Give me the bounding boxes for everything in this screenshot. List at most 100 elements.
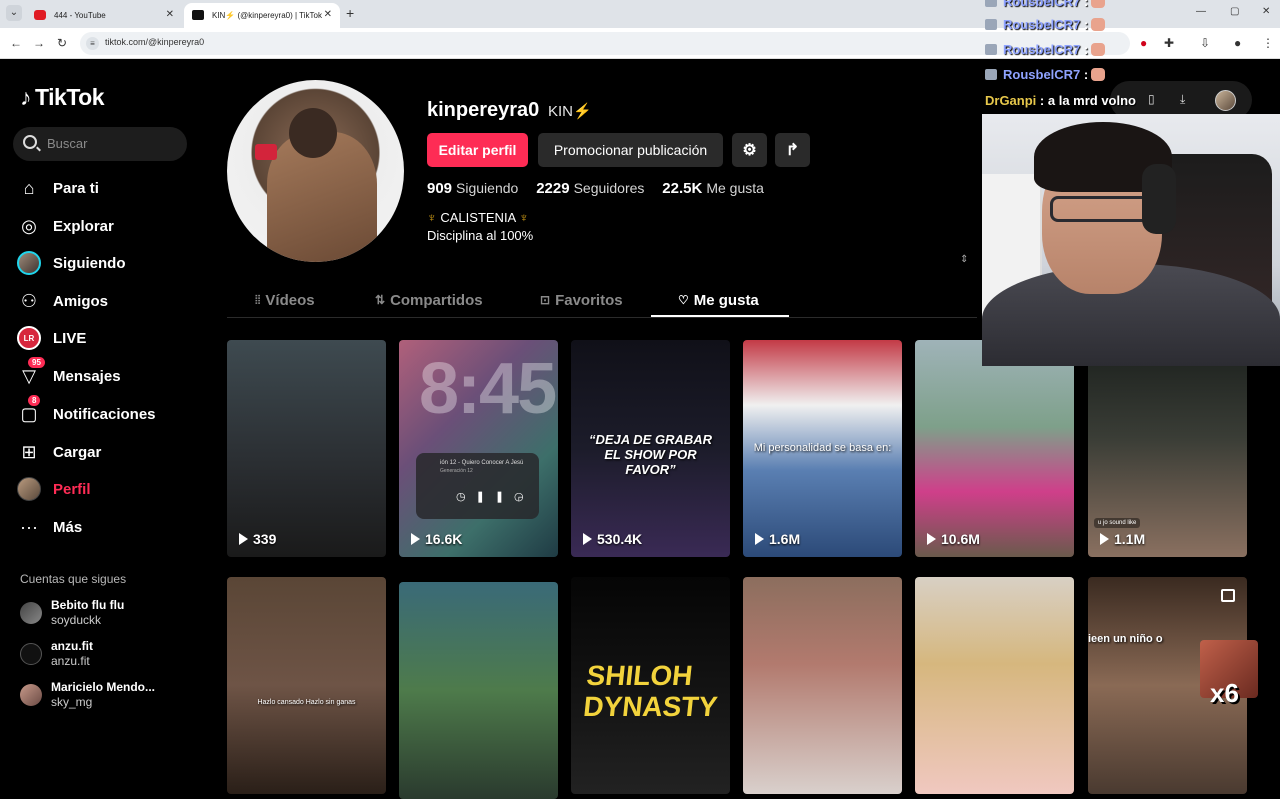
video-caption: u jo sound like (1094, 518, 1141, 528)
followers-label[interactable]: Seguidores (574, 180, 645, 196)
video-thumbnail[interactable]: 339 (227, 340, 386, 557)
tab-videos[interactable]: ⦙⦙ Vídeos (255, 282, 315, 318)
video-views: 339 (239, 531, 276, 547)
play-icon (411, 533, 420, 545)
search-icon (23, 135, 37, 149)
tab-search-icon[interactable]: ⌄ (6, 5, 22, 21)
account-name: Bebito flu flu (51, 598, 125, 612)
video-thumbnail[interactable] (743, 577, 902, 794)
video-caption: SHILOH DYNASTY (581, 660, 719, 722)
sidebar-item-mensajes[interactable]: ▽ 95 Mensajes (16, 357, 206, 391)
close-window-icon[interactable]: ✕ (1262, 6, 1270, 17)
play-icon (755, 533, 764, 545)
account-avatar (20, 602, 42, 624)
back-icon[interactable]: ← (10, 36, 22, 50)
video-views: 10.6M (927, 531, 980, 547)
sidebar-item-amigos[interactable]: ⚇ Amigos (16, 286, 206, 316)
video-thumbnail[interactable]: 10.6M (915, 340, 1074, 557)
share-icon[interactable]: ↱ (775, 133, 810, 167)
browser-tab-youtube[interactable]: 444 - YouTube ✕ (26, 3, 182, 28)
url-bar[interactable]: ≡ tiktok.com/@kinpereyra0 (80, 32, 1130, 55)
maximize-icon[interactable]: ▢ (1230, 6, 1239, 17)
sidebar-item-label: Perfil (53, 480, 91, 498)
user-badge-icon (985, 69, 997, 80)
settings-gear-icon[interactable]: ⚙ (732, 133, 767, 167)
sidebar-item-explorar[interactable]: ◎ Explorar (16, 211, 206, 241)
notifications-badge: 8 (28, 395, 41, 406)
following-label[interactable]: Siguiendo (456, 180, 518, 196)
following-section-title: Cuentas que sigues (20, 572, 127, 586)
video-views: 16.6K (411, 531, 462, 547)
video-thumbnail[interactable]: “DEJA DE GRABAR EL SHOW POR FAVOR” 530.4… (571, 340, 730, 557)
sidebar-item-mas[interactable]: ··· Más (16, 512, 206, 542)
video-thumbnail[interactable]: 8:45 ión 12 - Quiero Conocer A Jesú Gene… (399, 340, 558, 557)
following-count: 909 (427, 180, 453, 197)
close-tab-icon[interactable]: ✕ (166, 9, 174, 20)
live-icon: LR (16, 325, 42, 351)
sidebar-item-live[interactable]: LR LIVE (16, 323, 206, 353)
play-icon (239, 533, 248, 545)
extensions-icon[interactable]: ✚ (1164, 36, 1174, 50)
reload-icon[interactable]: ↻ (57, 36, 67, 50)
profile-nickname: KIN⚡ (548, 103, 592, 120)
phone-icon[interactable]: ▯ (1148, 92, 1155, 106)
account-name: anzu.fit (51, 639, 93, 653)
sidebar-item-notificaciones[interactable]: ▢ 8 Notificaciones (16, 395, 206, 429)
user-avatar-icon[interactable] (1215, 90, 1236, 111)
video-views: 530.4K (583, 531, 642, 547)
home-icon: ⌂ (23, 177, 35, 198)
tiktok-logo[interactable]: ♪ TikTok (20, 84, 105, 111)
close-tab-icon[interactable]: ✕ (324, 9, 332, 20)
video-views: 1.6M (755, 531, 800, 547)
browser-tab-tiktok[interactable]: KIN⚡ (@kinpereyra0) | TikTok ✕ (184, 3, 340, 28)
forward-icon[interactable]: → (33, 36, 45, 50)
sidebar-item-label: Cargar (53, 443, 102, 461)
edit-profile-button[interactable]: Editar perfil (427, 133, 528, 167)
browser-menu-icon[interactable]: ⋮ (1262, 36, 1274, 50)
following-account[interactable]: anzu.fit anzu.fit (20, 639, 210, 673)
repost-icon: ⇅ (375, 293, 386, 307)
upload-icon: ⊞ (21, 441, 37, 462)
site-info-icon[interactable]: ≡ (86, 37, 99, 50)
tab-liked[interactable]: ♡ Me gusta (678, 282, 759, 318)
music-player-overlay: ión 12 - Quiero Conocer A Jesú Generació… (416, 453, 539, 519)
following-account[interactable]: Bebito flu flu soyduckk (20, 598, 210, 632)
video-thumbnail[interactable]: u jo sound like 1.1M (1088, 340, 1247, 557)
video-thumbnail[interactable]: SHILOH DYNASTY (571, 577, 730, 794)
active-tab-indicator (651, 315, 789, 317)
video-thumbnail[interactable] (915, 577, 1074, 794)
minimize-icon[interactable]: — (1196, 6, 1206, 17)
sidebar-item-label: Amigos (53, 292, 109, 310)
emote-multiplier: x6 (1210, 678, 1239, 708)
search-input[interactable]: Buscar (13, 127, 187, 161)
sidebar-item-siguiendo[interactable]: Siguiendo (16, 248, 206, 278)
profile-username: kinpereyra0 (427, 99, 540, 121)
heart-icon: ♡ (678, 293, 689, 307)
sidebar-item-label: Notificaciones (53, 405, 156, 423)
user-avatar-icon[interactable]: ● (1234, 36, 1241, 50)
promote-post-button[interactable]: Promocionar publicación (538, 133, 723, 167)
download-app-icon[interactable]: ⤓ (1180, 92, 1185, 107)
tab-shared[interactable]: ⇅ Compartidos (375, 282, 483, 318)
following-account[interactable]: Maricielo Mendo... sky_mg (20, 680, 210, 714)
video-thumbnail[interactable]: Hazlo cansado Hazlo sin ganas (227, 577, 386, 794)
sidebar-item-cargar[interactable]: ⊞ Cargar (16, 437, 206, 467)
profile-picture[interactable] (227, 80, 404, 262)
account-username: sky_mg (51, 695, 93, 709)
opera-icon[interactable]: ● (1140, 36, 1147, 50)
followers-count: 2229 (536, 180, 570, 197)
emote-icon (1091, 43, 1106, 56)
downloads-icon[interactable]: ⇩ (1200, 36, 1210, 50)
url-text[interactable]: tiktok.com/@kinpereyra0 (105, 37, 204, 47)
video-thumbnail[interactable] (399, 582, 558, 799)
tiktok-note-icon: ♪ (20, 84, 32, 110)
new-tab-icon[interactable]: + (346, 5, 354, 21)
account-name: Maricielo Mendo... (51, 680, 156, 694)
user-badge-icon (985, 44, 997, 55)
video-views: 1.1M (1100, 531, 1145, 547)
tab-favorites[interactable]: ⊡ Favoritos (540, 282, 623, 318)
sidebar-item-para-ti[interactable]: ⌂ Para ti (16, 173, 206, 203)
account-username: soyduckk (51, 613, 102, 627)
video-thumbnail[interactable]: Mi personalidad se basa en: 1.6M (743, 340, 902, 557)
sidebar-item-perfil[interactable]: Perfil (16, 474, 206, 504)
